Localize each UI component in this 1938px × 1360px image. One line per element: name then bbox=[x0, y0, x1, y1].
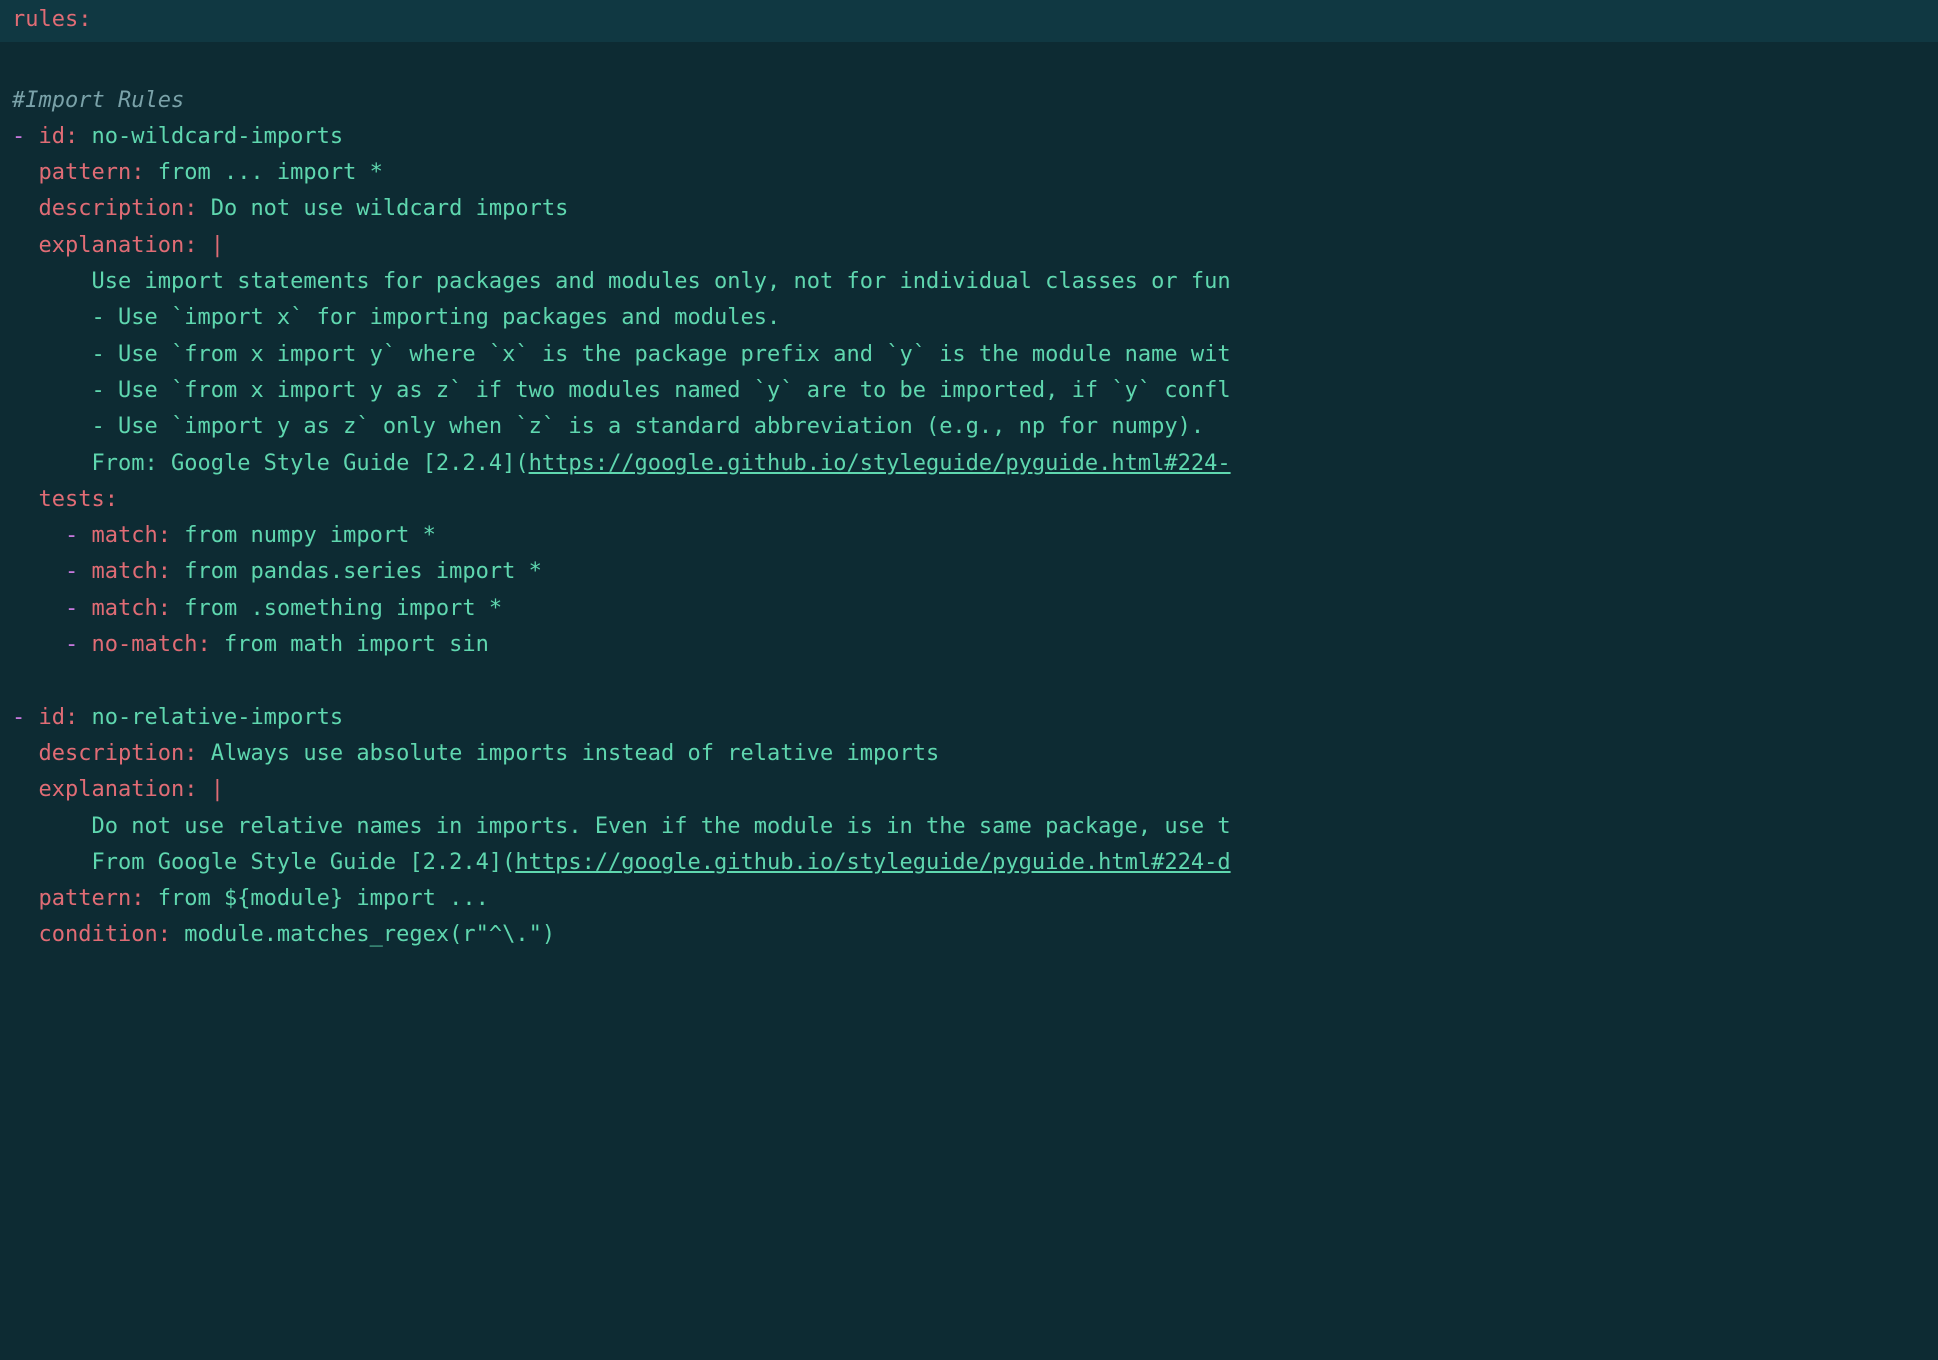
yaml-key-nomatch: no-match bbox=[92, 632, 198, 657]
list-dash: - bbox=[65, 523, 78, 548]
yaml-value: from math import sin bbox=[224, 632, 489, 657]
url-link[interactable]: https://google.github.io/styleguide/pygu… bbox=[515, 850, 1230, 875]
list-dash: - bbox=[65, 596, 78, 621]
yaml-pipe: | bbox=[211, 233, 224, 258]
yaml-key-pattern: pattern bbox=[39, 160, 132, 185]
list-dash: - bbox=[12, 705, 25, 730]
yaml-value: from ${module} import ... bbox=[158, 886, 489, 911]
url-link[interactable]: https://google.github.io/styleguide/pygu… bbox=[529, 451, 1231, 476]
yaml-key-tests: tests bbox=[39, 487, 105, 512]
yaml-key-description: description bbox=[39, 196, 185, 221]
explanation-text: - Use `from x import y as z` if two modu… bbox=[92, 378, 1231, 403]
yaml-key-match: match bbox=[92, 559, 158, 584]
colon: : bbox=[78, 7, 91, 32]
yaml-value: no-wildcard-imports bbox=[92, 124, 344, 149]
yaml-value: module.matches_regex(r"^\.") bbox=[184, 922, 555, 947]
explanation-text: - Use `import x` for importing packages … bbox=[92, 305, 781, 330]
explanation-text: Do not use relative names in imports. Ev… bbox=[92, 814, 1231, 839]
yaml-key-match: match bbox=[92, 523, 158, 548]
yaml-value: Do not use wildcard imports bbox=[211, 196, 569, 221]
yaml-key-pattern: pattern bbox=[39, 886, 132, 911]
yaml-key-id: id bbox=[39, 124, 66, 149]
highlighted-line[interactable]: rules: bbox=[0, 0, 1938, 42]
yaml-key-rules: rules bbox=[12, 7, 78, 32]
yaml-key-explanation: explanation bbox=[39, 233, 185, 258]
yaml-key-match: match bbox=[92, 596, 158, 621]
yaml-key-explanation: explanation bbox=[39, 777, 185, 802]
yaml-value: from ... import * bbox=[158, 160, 383, 185]
explanation-text: Use import statements for packages and m… bbox=[92, 269, 1231, 294]
yaml-value: no-relative-imports bbox=[92, 705, 344, 730]
yaml-key-id: id bbox=[39, 705, 66, 730]
yaml-key-condition: condition bbox=[39, 922, 158, 947]
explanation-text: From Google Style Guide [2.2.4]( bbox=[92, 850, 516, 875]
explanation-text: From: Google Style Guide [2.2.4]( bbox=[92, 451, 529, 476]
explanation-text: - Use `import y as z` only when `z` is a… bbox=[92, 414, 1205, 439]
yaml-key-description: description bbox=[39, 741, 185, 766]
yaml-value: Always use absolute imports instead of r… bbox=[211, 741, 939, 766]
list-dash: - bbox=[65, 559, 78, 584]
yaml-value: from pandas.series import * bbox=[184, 559, 542, 584]
explanation-text: - Use `from x import y` where `x` is the… bbox=[92, 342, 1231, 367]
yaml-value: from numpy import * bbox=[184, 523, 436, 548]
list-dash: - bbox=[12, 124, 25, 149]
yaml-value: from .something import * bbox=[184, 596, 502, 621]
yaml-comment: #Import Rules bbox=[12, 88, 184, 113]
list-dash: - bbox=[65, 632, 78, 657]
yaml-pipe: | bbox=[211, 777, 224, 802]
code-editor-content[interactable]: #Import Rules - id: no-wildcard-imports … bbox=[0, 42, 1938, 973]
